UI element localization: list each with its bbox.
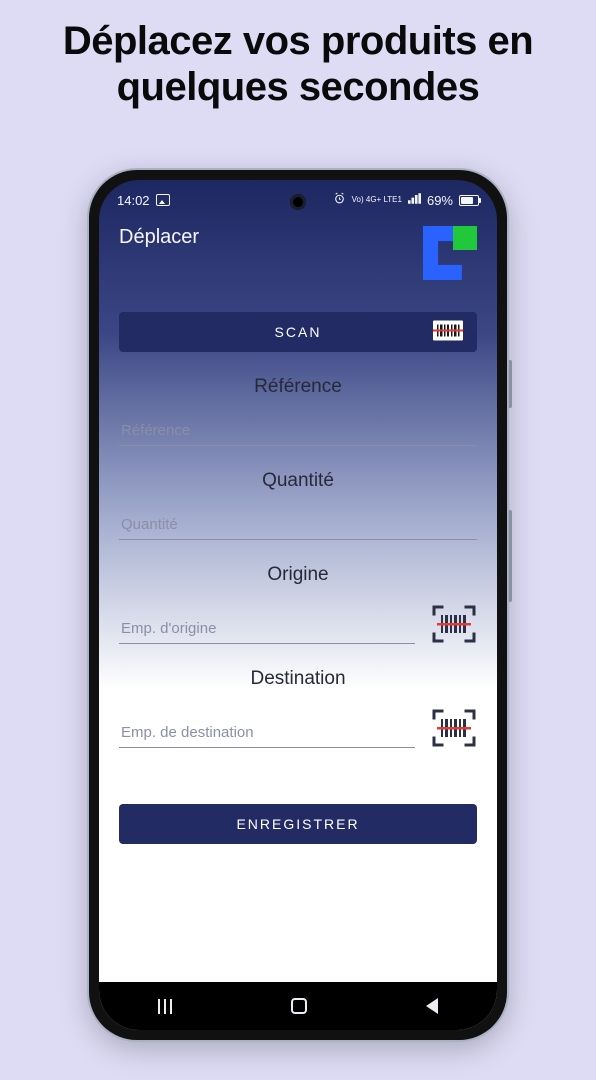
home-button[interactable]	[291, 998, 307, 1014]
phone-camera-notch	[290, 194, 306, 210]
quantity-input[interactable]	[119, 510, 477, 540]
phone-side-button	[508, 360, 512, 408]
battery-percent: 69%	[427, 193, 453, 208]
network-indicators: Vo) 4G+ LTE1	[352, 196, 402, 204]
destination-label: Destination	[119, 668, 477, 690]
origin-label: Origine	[119, 564, 477, 586]
signal-icon	[408, 193, 421, 207]
promo-tagline: Déplacez vos produits en quelques second…	[0, 0, 596, 110]
save-button[interactable]: ENREGISTRER	[119, 804, 477, 844]
destination-scan-button[interactable]	[431, 708, 477, 748]
scan-button-label: SCAN	[275, 324, 322, 340]
recent-apps-button[interactable]	[158, 999, 172, 1014]
reference-label: Référence	[119, 376, 477, 398]
app-logo	[423, 226, 477, 280]
phone-side-button	[508, 510, 512, 602]
barcode-icon	[433, 321, 463, 344]
reference-input[interactable]	[119, 416, 477, 446]
status-time: 14:02	[117, 193, 150, 208]
battery-icon	[459, 195, 479, 206]
origin-input[interactable]	[119, 614, 415, 644]
save-button-label: ENREGISTRER	[236, 816, 359, 832]
scan-button[interactable]: SCAN	[119, 312, 477, 352]
gallery-icon	[156, 194, 170, 206]
page-title: Déplacer	[119, 226, 199, 249]
origin-scan-button[interactable]	[431, 604, 477, 644]
back-button[interactable]	[426, 998, 438, 1014]
phone-mockup: 14:02 Vo) 4G+ LTE1 69% Déplacer	[89, 170, 507, 1040]
quantity-label: Quantité	[119, 470, 477, 492]
destination-input[interactable]	[119, 718, 415, 748]
alarm-icon	[333, 192, 346, 208]
android-nav-bar	[99, 982, 497, 1030]
